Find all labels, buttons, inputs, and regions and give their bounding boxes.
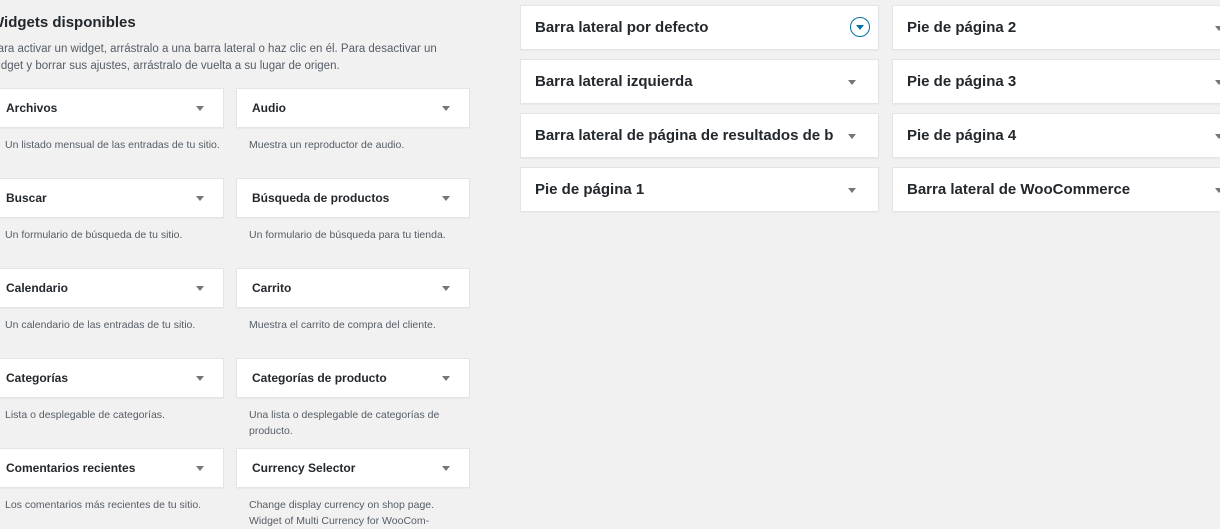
sidebar-area-title: Pie de página 2 [907,19,1017,36]
widget-archivos[interactable]: Archivos [0,88,224,128]
sidebar-area-pie-pagina-2[interactable]: Pie de página 2 [892,5,1220,50]
chevron-down-icon[interactable] [1215,134,1220,139]
widget-description: Los comentarios más recientes de tu siti… [5,499,202,511]
widget-description: Un formulario de búsqueda para tu tienda… [249,229,446,241]
sidebar-area-barra-lateral-izquierda[interactable]: Barra lateral izquierda [520,59,879,104]
widget-currency-selector[interactable]: Currency Selector [236,448,470,488]
widget-description: Un listado mensual de las entradas de tu… [5,139,220,151]
widget-title: Categorías [6,371,69,385]
widget-carrito[interactable]: Carrito [236,268,470,308]
chevron-down-icon[interactable] [442,286,450,291]
widget-audio[interactable]: Audio [236,88,470,128]
widget-title: Calendario [6,281,69,295]
widget-title: Buscar [6,191,47,205]
sidebar-area-title: Pie de página 4 [907,127,1017,144]
chevron-down-icon[interactable] [848,188,856,193]
widget-description: Muestra un reproductor de audio. [249,139,405,151]
widget-title: Comentarios recientes [6,461,136,475]
widget-description: Lista o desplegable de categorías. [5,409,165,421]
chevron-down-icon[interactable] [442,106,450,111]
widget-description: Un calendario de las entradas de tu siti… [5,319,196,331]
widget-comentarios-recientes[interactable]: Comentarios recientes [0,448,224,488]
chevron-down-icon[interactable] [848,134,856,139]
chevron-down-icon[interactable] [196,376,204,381]
sidebar-area-title: Barra lateral de WooCommerce [907,181,1131,198]
widget-calendario[interactable]: Calendario [0,268,224,308]
chevron-down-circle-icon[interactable] [850,17,870,37]
widget-categorias[interactable]: Categorías [0,358,224,398]
widget-title: Archivos [6,101,58,115]
widget-busqueda-productos[interactable]: Búsqueda de productos [236,178,470,218]
chevron-down-icon[interactable] [442,196,450,201]
chevron-down-icon[interactable] [442,466,450,471]
chevron-down-icon[interactable] [196,286,204,291]
chevron-down-icon [856,25,864,30]
chevron-down-icon[interactable] [1215,188,1220,193]
sidebar-area-pie-pagina-3[interactable]: Pie de página 3 [892,59,1220,104]
widget-categorias-producto[interactable]: Categorías de producto [236,358,470,398]
widget-title: Currency Selector [252,461,356,475]
widget-title: Búsqueda de productos [252,191,390,205]
sidebar-area-barra-lateral-por-defecto[interactable]: Barra lateral por defecto [520,5,879,50]
widget-title: Carrito [252,281,292,295]
sidebar-area-pie-pagina-1[interactable]: Pie de página 1 [520,167,879,212]
available-widgets-description: Para activar un widget, arrástralo a una… [0,43,437,72]
chevron-down-icon[interactable] [196,106,204,111]
widget-description: Un formulario de búsqueda de tu sitio. [5,229,183,241]
widget-title: Categorías de producto [252,371,387,385]
widget-description: Una lista o desplegable de categorías de… [249,409,440,437]
sidebar-area-pie-pagina-4[interactable]: Pie de página 4 [892,113,1220,158]
chevron-down-icon[interactable] [442,376,450,381]
chevron-down-icon[interactable] [848,80,856,85]
widget-description: Muestra el carrito de compra del cliente… [249,319,436,331]
widget-buscar[interactable]: Buscar [0,178,224,218]
sidebar-area-title: Barra lateral izquierda [535,73,693,90]
sidebar-area-title: Barra lateral de página de resultados de… [535,127,834,144]
sidebar-area-title: Barra lateral por defecto [535,19,709,36]
widget-description: Change display currency on shop page. Wi… [249,499,435,527]
chevron-down-icon[interactable] [1215,80,1220,85]
chevron-down-icon[interactable] [196,196,204,201]
available-widgets-title: Widgets disponibles [0,14,136,31]
sidebar-area-resultados-busqueda[interactable]: Barra lateral de página de resultados de… [520,113,879,158]
widget-title: Audio [252,101,286,115]
chevron-down-icon[interactable] [196,466,204,471]
sidebar-area-title: Pie de página 1 [535,181,645,198]
sidebar-area-woocommerce[interactable]: Barra lateral de WooCommerce [892,167,1220,212]
sidebar-area-title: Pie de página 3 [907,73,1017,90]
chevron-down-icon[interactable] [1215,26,1220,31]
